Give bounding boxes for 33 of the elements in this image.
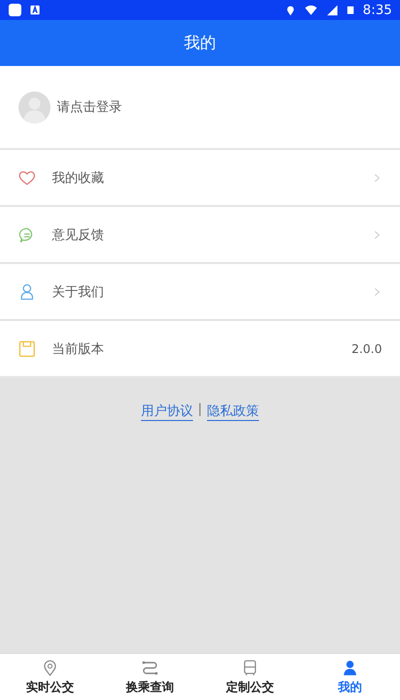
wifi-icon — [304, 4, 318, 16]
privacy-policy-link[interactable]: 隐私政策 — [207, 402, 260, 421]
menu-item[interactable]: 关于我们 — [0, 264, 400, 321]
heart-icon — [18, 168, 36, 186]
separator: | — [198, 402, 202, 417]
app-icon — [8, 3, 22, 17]
save-icon — [18, 340, 36, 358]
tab[interactable]: 换乘查询 — [100, 654, 200, 700]
font-icon — [30, 5, 40, 15]
signal-icon — [326, 4, 338, 16]
version-value: 2.0.0 — [351, 342, 382, 356]
menu-item[interactable]: 我的收藏 — [0, 150, 400, 207]
clock-time: 8:35 — [362, 2, 392, 18]
menu-label: 关于我们 — [52, 284, 105, 300]
tab[interactable]: 实时公交 — [0, 654, 100, 700]
location-icon — [284, 4, 296, 16]
menu-label: 当前版本 — [52, 340, 105, 358]
menu-item[interactable]: 当前版本 2.0.0 — [0, 321, 400, 378]
page-title: 我的 — [184, 32, 216, 54]
menu-label: 我的收藏 — [52, 170, 105, 186]
location-pin-icon — [41, 658, 59, 676]
user-agreement-link[interactable]: 用户协议 — [140, 402, 193, 421]
tab[interactable]: 我的 — [300, 654, 400, 700]
bus-icon — [241, 658, 259, 676]
person-icon — [18, 282, 36, 300]
tab[interactable]: 定制公交 — [200, 654, 300, 700]
avatar-icon — [18, 90, 51, 124]
user-icon — [341, 658, 359, 676]
menu-item[interactable]: 意见反馈 — [0, 207, 400, 264]
login-row[interactable]: 请点击登录 — [0, 66, 400, 150]
route-icon — [141, 658, 159, 676]
menu-label: 意见反馈 — [52, 226, 105, 244]
login-label: 请点击登录 — [57, 99, 122, 116]
